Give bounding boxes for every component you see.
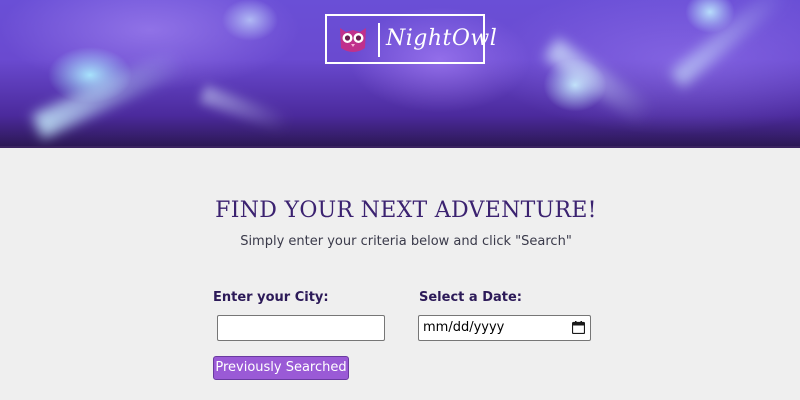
date-label: Select a Date:: [419, 290, 522, 305]
search-section: FIND YOUR NEXT ADVENTURE! Simply enter y…: [0, 148, 800, 400]
owl-icon: [336, 22, 370, 56]
page-subtitle: Simply enter your criteria below and cli…: [240, 234, 572, 249]
nightowl-logo[interactable]: NightOwl: [325, 14, 497, 64]
calendar-icon[interactable]: [571, 321, 586, 335]
hero-banner: NightOwl: [0, 0, 800, 148]
city-label: Enter your City:: [213, 290, 329, 305]
city-input[interactable]: [217, 315, 385, 341]
date-input[interactable]: mm/dd/yyyy: [418, 315, 591, 341]
previously-searched-button[interactable]: Previously Searched: [213, 356, 349, 380]
logo-wordmark: NightOwl: [386, 26, 498, 51]
light-beam: [32, 47, 188, 139]
logo-divider: [378, 23, 380, 57]
light-beam: [543, 37, 657, 127]
light-beam: [669, 0, 791, 88]
date-input-value: mm/dd/yyyy: [423, 320, 505, 335]
page-title: FIND YOUR NEXT ADVENTURE!: [215, 198, 597, 223]
light-beam: [199, 85, 291, 133]
